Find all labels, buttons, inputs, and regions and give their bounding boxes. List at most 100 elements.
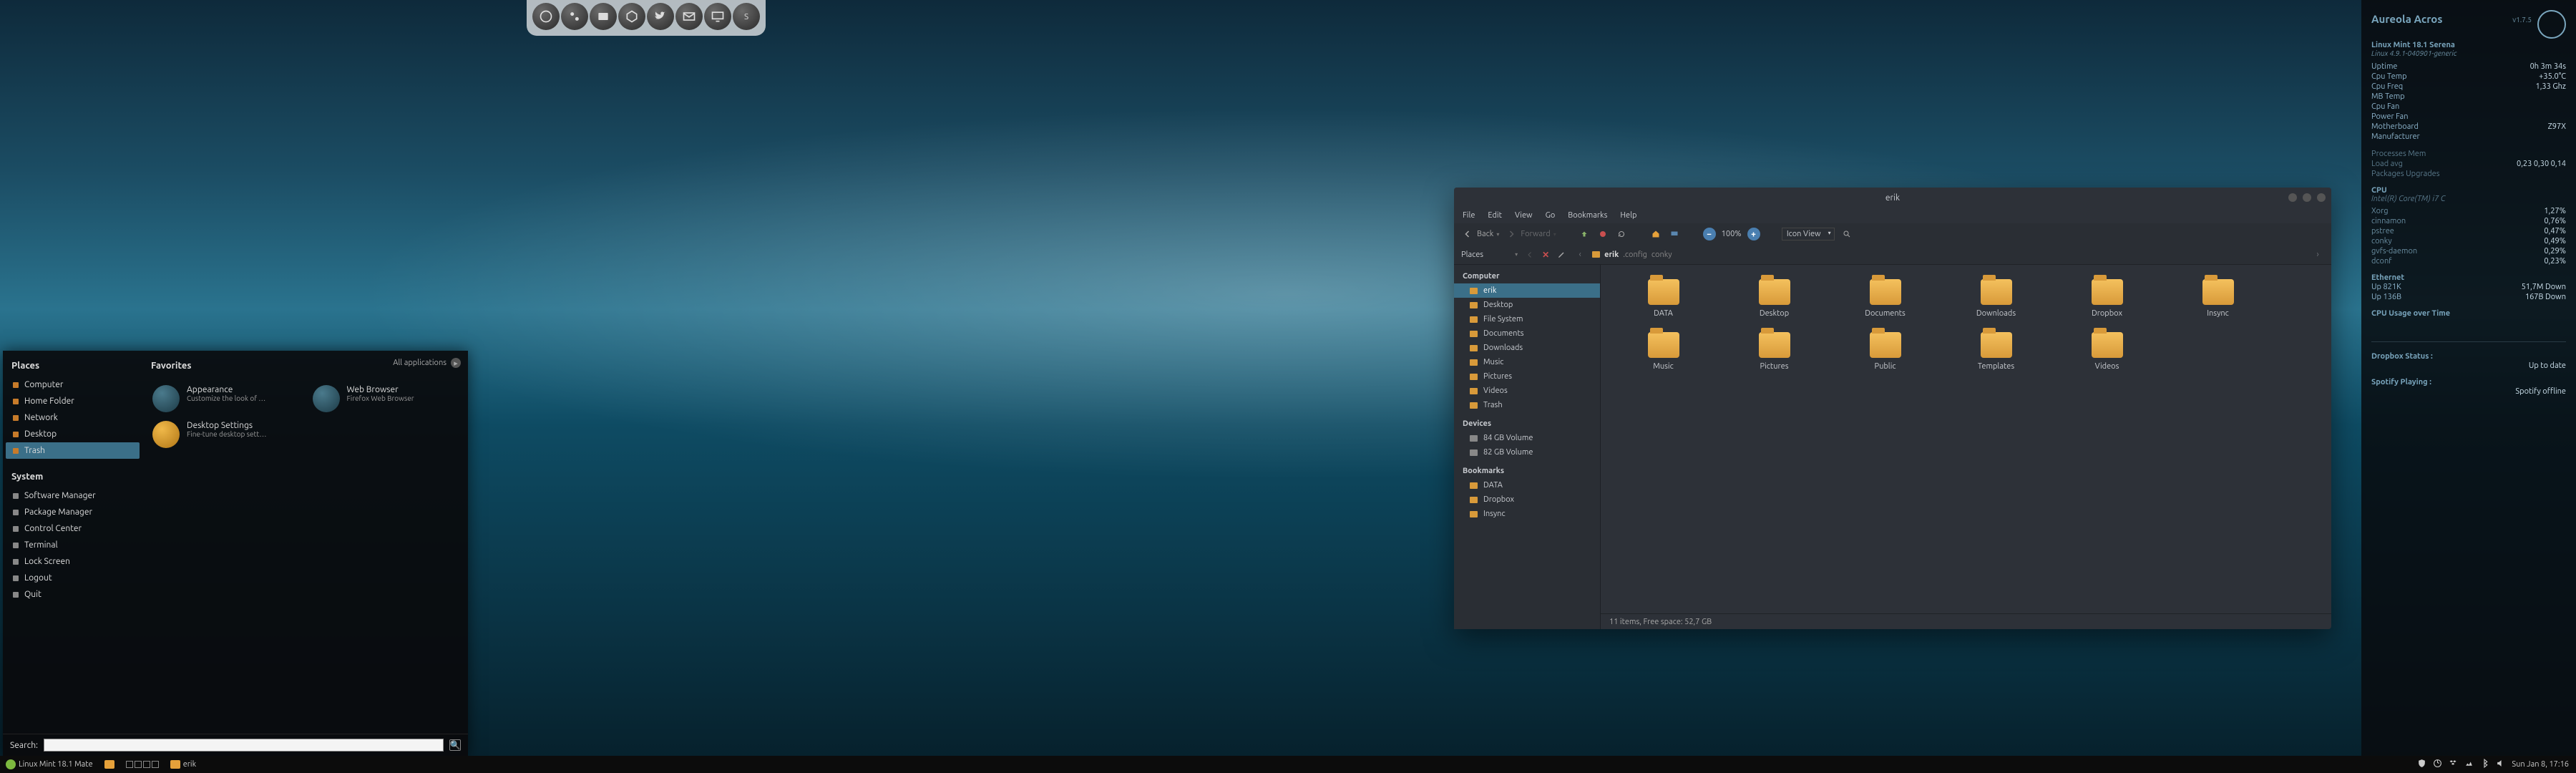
close-button[interactable] [2317, 193, 2326, 202]
fm-menu-edit[interactable]: Edit [1488, 211, 1502, 220]
forward-button[interactable]: Forward▾ [1505, 228, 1556, 240]
fm-menu-view[interactable]: View [1515, 211, 1533, 220]
stop-icon[interactable] [1596, 228, 1609, 240]
dock-skype-icon[interactable]: S [733, 3, 760, 30]
sidebar-item[interactable]: 84 GB Volume [1454, 431, 1600, 445]
sidebar-item[interactable]: Dropbox [1454, 492, 1600, 507]
menu-item[interactable]: Control Center [6, 520, 140, 537]
menu-item[interactable]: Quit [6, 586, 140, 603]
menu-item[interactable]: Home Folder [6, 393, 140, 409]
folder-item[interactable]: Desktop [1726, 279, 1823, 318]
crumb-forward-icon[interactable]: › [2311, 248, 2324, 261]
dock-firefox-icon[interactable] [532, 3, 560, 30]
crumb-conky[interactable]: conky [1652, 251, 1672, 259]
places-dropdown[interactable]: Places [1461, 251, 1483, 259]
menu-item[interactable]: Lock Screen [6, 553, 140, 570]
sidebar-item[interactable]: Insync [1454, 507, 1600, 521]
dock-files-icon[interactable] [590, 3, 617, 30]
path-back-icon[interactable] [1523, 248, 1536, 261]
folder-icon [1981, 332, 2012, 358]
shield-icon[interactable] [2417, 759, 2426, 770]
network-icon[interactable] [2464, 759, 2474, 770]
folder-item[interactable]: DATA [1615, 279, 1712, 318]
minimize-button[interactable] [2288, 193, 2297, 202]
search-icon[interactable] [1840, 228, 1853, 240]
menu-item[interactable]: Software Manager [6, 487, 140, 504]
update-icon[interactable] [2433, 759, 2442, 770]
dock-tweet-icon[interactable] [647, 3, 674, 30]
bluetooth-icon[interactable] [2480, 759, 2489, 770]
fm-menu-go[interactable]: Go [1546, 211, 1556, 220]
crumb-back-icon[interactable]: ‹ [1574, 248, 1586, 261]
folder-item[interactable]: Documents [1837, 279, 1933, 318]
start-button[interactable]: Linux Mint 18.1 Mate [0, 756, 99, 773]
menu-item[interactable]: Logout [6, 570, 140, 586]
menu-item[interactable]: Desktop [6, 426, 140, 442]
sidebar-item[interactable]: File System [1454, 312, 1600, 326]
crumb-config[interactable]: .config [1623, 251, 1647, 259]
dock-display-icon[interactable] [704, 3, 731, 30]
up-icon[interactable] [1578, 228, 1591, 240]
sidebar-item[interactable]: Documents [1454, 326, 1600, 341]
all-applications-link[interactable]: All applications ▸ [393, 358, 461, 368]
favorite-app[interactable]: AppearanceCustomize the look of … [145, 381, 306, 417]
fm-titlebar[interactable]: erik [1454, 188, 2331, 208]
workspace-switcher[interactable] [120, 756, 165, 773]
clock[interactable]: Sun Jan 8, 17:16 [2512, 760, 2569, 769]
folder-item[interactable]: Downloads [1948, 279, 2044, 318]
sidebar-item[interactable]: DATA [1454, 478, 1600, 492]
fm-menu-bookmarks[interactable]: Bookmarks [1568, 211, 1607, 220]
dock-steam-icon[interactable] [561, 3, 588, 30]
favorite-app[interactable]: Desktop SettingsFine-tune desktop sett… [145, 417, 306, 452]
maximize-button[interactable] [2303, 193, 2311, 202]
edit-path-icon[interactable] [1555, 248, 1568, 261]
sidebar-item[interactable]: Desktop [1454, 298, 1600, 312]
bullet-icon [13, 415, 19, 421]
folder-item[interactable]: Videos [2059, 332, 2155, 371]
menu-item[interactable]: Network [6, 409, 140, 426]
conky-version: v1.7.5 [2512, 16, 2532, 24]
reload-icon[interactable] [1615, 228, 1628, 240]
sidebar-item[interactable]: Music [1454, 355, 1600, 369]
dropbox-icon[interactable] [2449, 759, 2458, 770]
view-mode-select[interactable]: Icon View▾ [1782, 228, 1835, 240]
sidebar-item[interactable]: 82 GB Volume [1454, 445, 1600, 460]
zoom-in-icon[interactable]: + [1747, 228, 1760, 240]
crumb-erik[interactable]: erik [1604, 251, 1619, 259]
folder-item[interactable]: Music [1615, 332, 1712, 371]
folder-item[interactable]: Insync [2170, 279, 2266, 318]
folder-item[interactable]: Public [1837, 332, 1933, 371]
taskbar-task[interactable]: erik [165, 756, 202, 773]
sidebar-item[interactable]: Videos [1454, 384, 1600, 398]
dock-software-icon[interactable] [618, 3, 645, 30]
volume-icon[interactable] [2496, 759, 2505, 770]
folder-item[interactable]: Templates [1948, 332, 2044, 371]
bullet-icon [13, 592, 19, 598]
menu-item[interactable]: Package Manager [6, 504, 140, 520]
close-tab-icon[interactable]: ✕ [1542, 250, 1549, 260]
sidebar-item[interactable]: Pictures [1454, 369, 1600, 384]
folder-item[interactable]: Pictures [1726, 332, 1823, 371]
computer-icon[interactable] [1668, 228, 1681, 240]
svg-text:S: S [744, 12, 748, 21]
dock-mail-icon[interactable] [675, 3, 703, 30]
fm-menu-help[interactable]: Help [1620, 211, 1636, 220]
menu-search-row: Search: 🔍 [3, 734, 468, 756]
home-icon[interactable] [1649, 228, 1662, 240]
folder-icon [1759, 279, 1790, 305]
sidebar-item[interactable]: Downloads [1454, 341, 1600, 355]
fm-menu-file[interactable]: File [1463, 211, 1475, 220]
search-input[interactable] [44, 739, 444, 752]
show-desktop-button[interactable] [99, 756, 120, 773]
fm-icon-grid[interactable]: DATA Desktop Documents Downloads Dropbox Insy… [1601, 265, 2331, 613]
favorite-app[interactable]: Web BrowserFirefox Web Browser [306, 381, 466, 417]
folder-item[interactable]: Dropbox [2059, 279, 2155, 318]
sidebar-item[interactable]: Trash [1454, 398, 1600, 412]
search-icon[interactable]: 🔍 [449, 739, 461, 751]
back-button[interactable]: Back▾ [1461, 228, 1499, 240]
menu-item[interactable]: Trash [6, 442, 140, 459]
menu-item[interactable]: Terminal [6, 537, 140, 553]
zoom-out-icon[interactable]: − [1703, 228, 1716, 240]
menu-item[interactable]: Computer [6, 376, 140, 393]
sidebar-item[interactable]: erik [1454, 283, 1600, 298]
